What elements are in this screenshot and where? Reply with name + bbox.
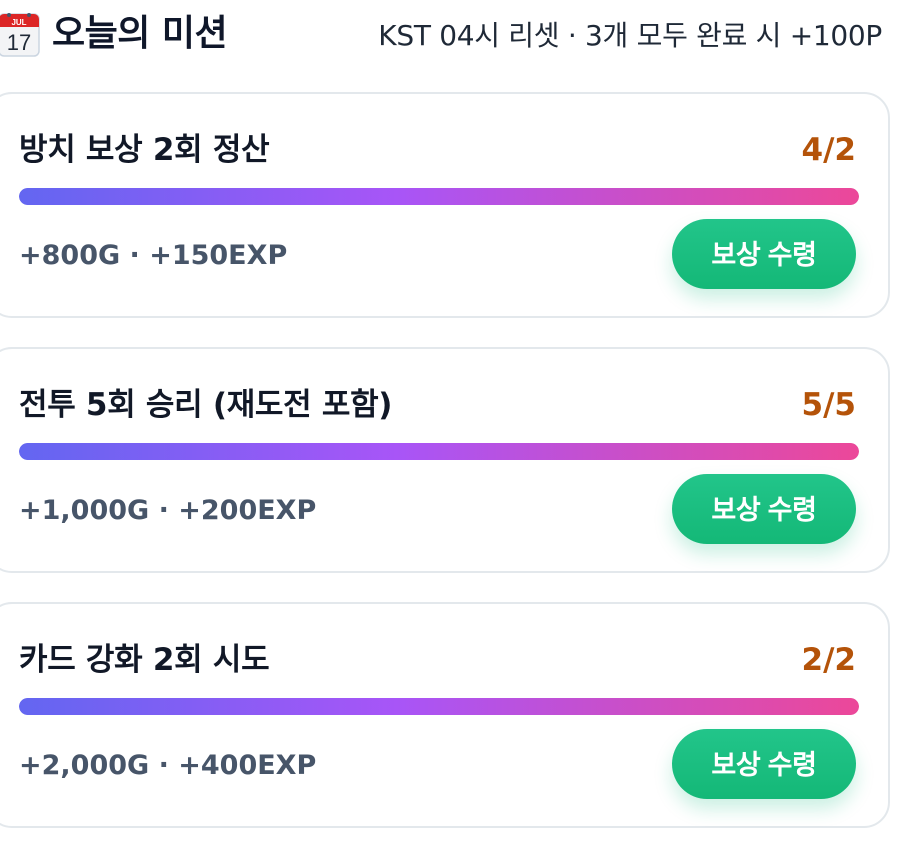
mission-progress-fill (19, 188, 859, 205)
reset-info-text: KST 04시 리셋 · 3개 모두 완료 시 +100P (378, 19, 882, 52)
mission-title: 방치 보상 2회 정산 (19, 132, 270, 168)
mission-card: 방치 보상 2회 정산 4/2 +800G · +150EXP 보상 수령 (0, 92, 890, 318)
mission-progress-fill (19, 443, 859, 460)
mission-title: 전투 5회 승리 (재도전 포함) (19, 387, 393, 423)
mission-progress-count: 4/2 (801, 132, 856, 168)
mission-reward-text: +1,000G · +200EXP (19, 495, 317, 526)
calendar-icon: JUL 17 (0, 10, 41, 58)
daily-missions-page: JUL 17 오늘의 미션 KST 04시 리셋 · 3개 모두 완료 시 +1… (0, 0, 906, 844)
mission-card: 카드 강화 2회 시도 2/2 +2,000G · +400EXP 보상 수령 (0, 602, 890, 828)
mission-progress-bar (19, 188, 859, 205)
mission-progress-fill (19, 698, 859, 715)
calendar-month-text: JUL (11, 18, 26, 27)
mission-reward-text: +2,000G · +400EXP (19, 750, 317, 781)
claim-reward-button[interactable]: 보상 수령 (672, 729, 856, 799)
page-title: 오늘의 미션 (52, 13, 228, 54)
mission-progress-bar (19, 698, 859, 715)
mission-progress-count: 5/5 (801, 387, 856, 423)
mission-card: 전투 5회 승리 (재도전 포함) 5/5 +1,000G · +200EXP … (0, 347, 890, 573)
mission-reward-text: +800G · +150EXP (19, 240, 288, 271)
calendar-day-text: 17 (7, 30, 31, 55)
mission-progress-count: 2/2 (801, 642, 856, 678)
claim-reward-button[interactable]: 보상 수령 (672, 474, 856, 544)
mission-title: 카드 강화 2회 시도 (19, 642, 270, 678)
claim-reward-button[interactable]: 보상 수령 (672, 219, 856, 289)
mission-progress-bar (19, 443, 859, 460)
missions-header: JUL 17 오늘의 미션 KST 04시 리셋 · 3개 모두 완료 시 +1… (0, 6, 906, 64)
